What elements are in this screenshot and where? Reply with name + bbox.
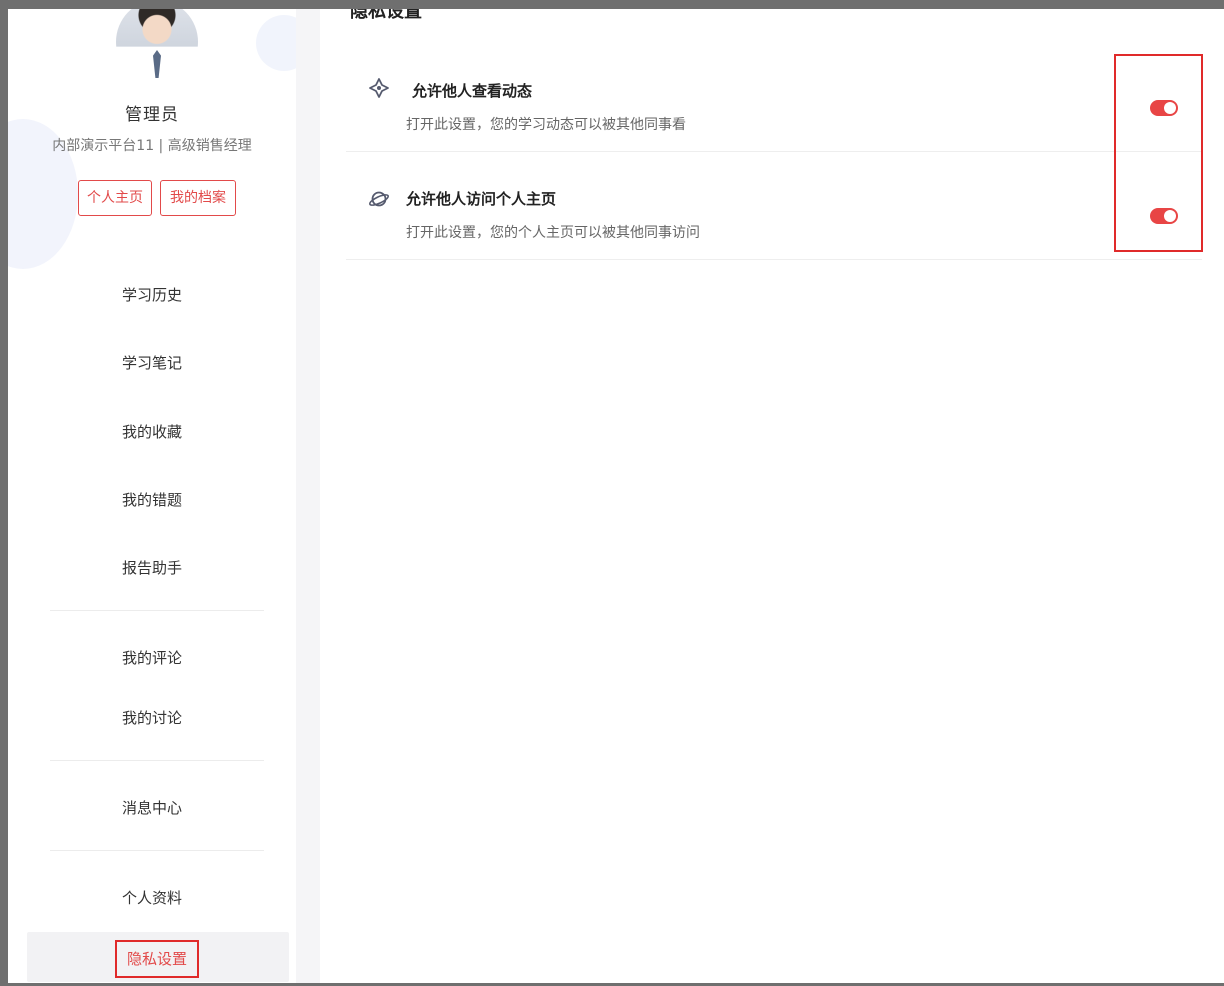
user-name: 管理员	[125, 105, 179, 125]
sidebar-divider	[50, 610, 264, 611]
sidebar-item-profile-info[interactable]: 个人资料	[8, 887, 296, 908]
setting-row-visit-homepage: 允许他人访问个人主页 打开此设置，您的个人主页可以被其他同事访问	[346, 152, 1202, 260]
main-panel: 隐私设置 允许他人查看动态 打开此设置，您的学习动态可以被其他同事看 允许他人访…	[320, 9, 1224, 983]
sidebar-divider	[50, 850, 264, 851]
setting-description: 打开此设置，您的个人主页可以被其他同事访问	[406, 225, 700, 241]
setting-row-view-activity: 允许他人查看动态 打开此设置，您的学习动态可以被其他同事看	[346, 44, 1202, 152]
sidebar-item-learning-history[interactable]: 学习历史	[8, 284, 296, 305]
app-frame: 管理员 内部演示平台11 | 高级销售经理 个人主页 我的档案 学习历史 学习笔…	[8, 9, 1224, 983]
my-archive-button[interactable]: 我的档案	[160, 180, 236, 216]
sidebar-item-my-discussions[interactable]: 我的讨论	[8, 707, 296, 728]
sidebar-item-my-comments[interactable]: 我的评论	[8, 647, 296, 668]
planet-icon	[368, 188, 390, 210]
avatar[interactable]	[116, 9, 198, 84]
layout-gutter	[296, 9, 320, 983]
sidebar-item-wrong-questions[interactable]: 我的错题	[8, 489, 296, 510]
toggle-highlight-annotation	[1114, 54, 1203, 252]
sidebar-item-report-assistant[interactable]: 报告助手	[8, 557, 296, 578]
sidebar-item-learning-notes[interactable]: 学习笔记	[8, 352, 296, 373]
sidebar: 管理员 内部演示平台11 | 高级销售经理 个人主页 我的档案 学习历史 学习笔…	[8, 9, 312, 983]
setting-title: 允许他人访问个人主页	[406, 190, 557, 208]
sidebar-divider	[50, 760, 264, 761]
setting-title: 允许他人查看动态	[412, 82, 533, 100]
user-subtitle: 内部演示平台11 | 高级销售经理	[52, 138, 252, 154]
page-title: 隐私设置	[350, 9, 422, 22]
personal-homepage-button[interactable]: 个人主页	[78, 180, 152, 216]
sidebar-item-privacy-settings-label[interactable]: 隐私设置	[115, 940, 199, 978]
sidebar-item-favorites[interactable]: 我的收藏	[8, 421, 296, 442]
setting-description: 打开此设置，您的学习动态可以被其他同事看	[406, 117, 686, 133]
sidebar-item-message-center[interactable]: 消息中心	[8, 797, 296, 818]
diamond-star-icon	[368, 77, 390, 99]
